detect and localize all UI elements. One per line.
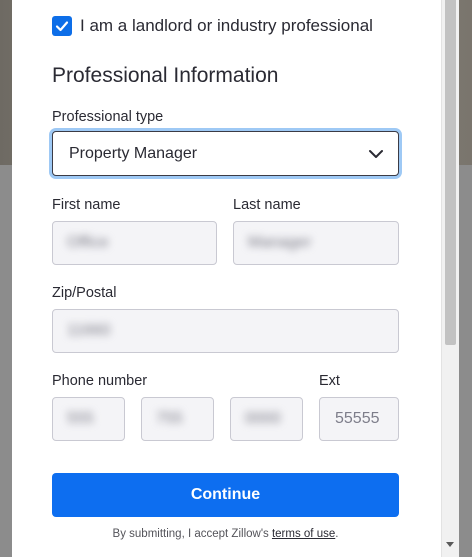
first-name-value: Office [67,234,109,251]
phone-label: Phone number [52,373,148,389]
phone-part1-value: 555 [67,410,94,427]
scrollbar-thumb[interactable] [445,0,456,345]
last-name-field[interactable]: Manager [233,221,399,265]
terms-suffix: . [335,528,339,540]
professional-checkbox-row[interactable]: I am a landlord or industry professional [52,16,373,36]
zip-field[interactable]: 11660 [52,309,399,353]
continue-button[interactable]: Continue [52,473,399,517]
last-name-label: Last name [233,197,301,213]
phone-part2-value: 755 [156,410,183,427]
professional-type-select[interactable]: Property Manager [52,131,399,176]
zip-label: Zip/Postal [52,285,117,301]
section-title: Professional Information [52,64,279,87]
last-name-value: Manager [248,234,312,251]
phone-prefix-field[interactable]: 755 [141,397,214,441]
phone-line-field[interactable]: 0000 [230,397,303,441]
professional-info-modal: I am a landlord or industry professional… [12,0,459,557]
phone-area-code-field[interactable]: 555 [52,397,125,441]
scrollbar[interactable] [441,0,459,557]
terms-of-use-link[interactable]: terms of use [272,528,335,540]
phone-part3-value: 0000 [245,410,281,427]
professional-checkbox[interactable] [52,16,72,36]
checkmark-icon [55,21,69,32]
professional-checkbox-label: I am a landlord or industry professional [80,16,373,35]
ext-field[interactable]: 55555 [319,397,399,441]
professional-type-label: Professional type [52,109,164,125]
first-name-label: First name [52,197,121,213]
first-name-field[interactable]: Office [52,221,217,265]
ext-placeholder: 55555 [335,410,380,427]
terms-text: By submitting, I accept Zillow's terms o… [52,528,399,540]
professional-type-value: Property Manager [69,144,198,162]
chevron-down-icon [369,150,383,158]
scroll-down-arrow-icon[interactable] [446,542,454,547]
terms-prefix: By submitting, I accept Zillow's [112,528,272,540]
zip-value: 11660 [67,322,111,339]
ext-label: Ext [319,373,340,389]
